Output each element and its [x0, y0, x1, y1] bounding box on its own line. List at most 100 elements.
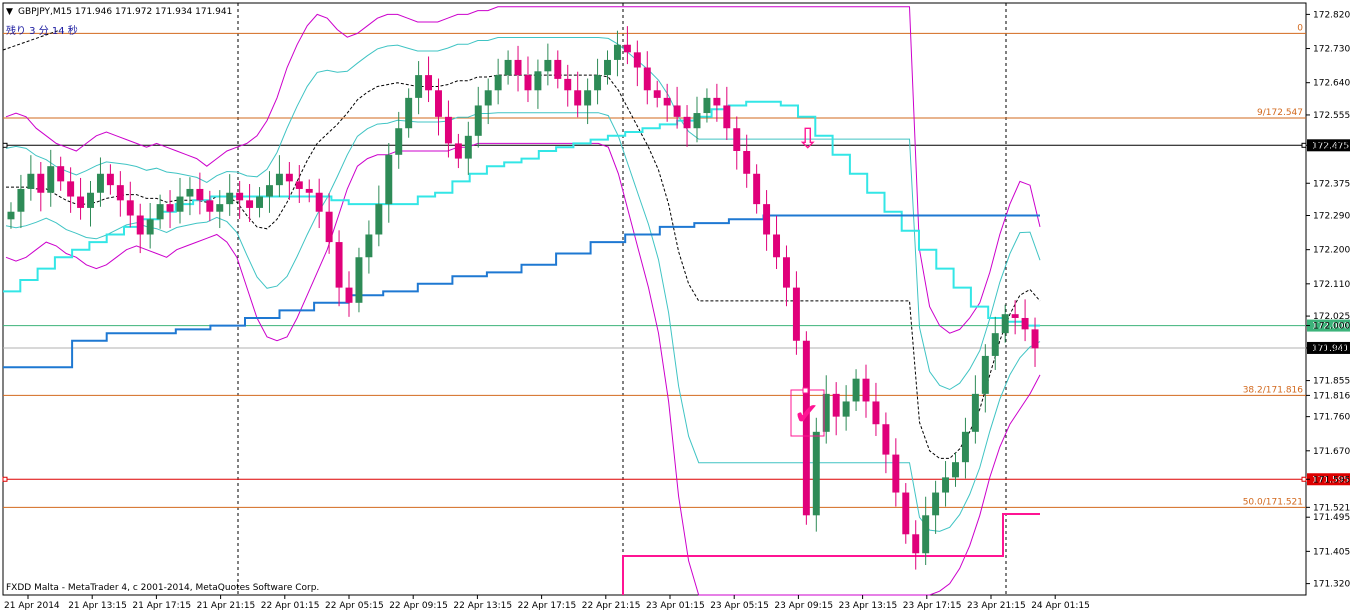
price-tick-label: 171.595 — [1313, 475, 1350, 485]
candle-bear — [295, 181, 303, 189]
candle-bear — [643, 67, 651, 91]
candle-bear — [37, 173, 45, 193]
candle-bull — [812, 431, 820, 516]
candle-bull — [613, 44, 621, 60]
candle-bear — [1031, 329, 1039, 349]
candle-bear — [564, 78, 572, 91]
candle-bear — [673, 105, 681, 117]
candle-bull — [47, 166, 55, 193]
header-dropdown-icon[interactable]: ▼ — [6, 7, 13, 17]
candle-bear — [425, 75, 433, 91]
time-tick-label: 23 Apr 17:15 — [903, 601, 962, 611]
candle-bull — [355, 257, 363, 303]
candle-bear — [106, 173, 114, 186]
candle-bull — [494, 75, 502, 91]
time-tick-label: 23 Apr 05:15 — [710, 601, 769, 611]
candle-bull — [544, 59, 552, 72]
price-tick-label: 172.025 — [1313, 312, 1350, 322]
price-tick-label: 171.670 — [1313, 447, 1350, 457]
time-tick-label: 22 Apr 09:15 — [389, 601, 448, 611]
candle-bull — [942, 477, 950, 493]
candle-bear — [126, 200, 134, 216]
candle-bull — [464, 135, 472, 159]
candle-bull — [1001, 314, 1009, 334]
candle-bull — [385, 154, 393, 205]
candle-bear — [713, 97, 721, 106]
price-tick-label: 172.000 — [1313, 322, 1350, 332]
candle-bull — [226, 192, 234, 205]
candle-bear — [166, 204, 174, 212]
price-tick-label: 172.475 — [1313, 141, 1350, 151]
black-level-handle — [2, 142, 8, 148]
time-tick-label: 22 Apr 05:15 — [325, 601, 384, 611]
candle-bear — [723, 105, 731, 129]
candle-bear — [57, 166, 65, 182]
candle-bear — [633, 52, 641, 68]
fib-50-label: 50.0/171.521 — [1243, 497, 1303, 507]
price-chart[interactable]: 0 9/172.547 172.475 172.000 171.941 38.2/171.… — [0, 0, 1350, 613]
candle-bear — [773, 234, 781, 258]
support-level-handle — [1301, 476, 1307, 482]
mt4-chart-window: 0 9/172.547 172.475 172.000 171.941 38.2/171.… — [0, 0, 1350, 613]
price-tick-label: 172.555 — [1313, 111, 1350, 121]
candle-bear — [832, 393, 840, 417]
price-tick-label: 172.290 — [1313, 212, 1350, 222]
candle-bull — [405, 97, 413, 129]
candle-bull — [703, 97, 711, 114]
time-tick-label: 22 Apr 01:15 — [261, 601, 320, 611]
candle-bull — [156, 204, 164, 220]
candle-bull — [474, 105, 482, 136]
candle-bull — [275, 173, 283, 186]
price-tick-label: 171.760 — [1313, 413, 1350, 423]
candle-bull — [395, 128, 403, 155]
time-tick-label: 23 Apr 13:15 — [839, 601, 898, 611]
candle-bull — [87, 192, 94, 208]
candle-bear — [67, 181, 75, 197]
check-mark-handle — [802, 387, 809, 394]
price-tick-label: 171.495 — [1313, 513, 1350, 523]
candle-bull — [842, 401, 850, 417]
candle-bear — [554, 59, 562, 79]
candle-bull — [375, 204, 383, 235]
candle-bear — [1021, 317, 1029, 330]
price-scale: 172.820 172.730 172.640 172.555 172.475 172.3… — [1306, 10, 1350, 590]
candle-bear — [882, 424, 890, 455]
down-arrow-icon: ⇩ — [796, 122, 819, 155]
candle-bear — [1011, 314, 1019, 318]
candle-bull — [146, 219, 154, 235]
candle-bear — [335, 242, 343, 288]
candle-bear — [872, 401, 880, 425]
candle-bear — [246, 200, 254, 208]
candle-bear — [683, 116, 691, 129]
candle-bear — [325, 211, 333, 243]
candle-bull — [981, 355, 989, 394]
candle-bear — [733, 128, 741, 151]
candle-bear — [236, 192, 244, 201]
time-tick-label: 21 Apr 13:15 — [68, 601, 127, 611]
time-tick-label: 23 Apr 09:15 — [774, 601, 833, 611]
candle-bear — [743, 151, 751, 174]
candle-bear — [862, 378, 870, 402]
candle-bull — [17, 188, 25, 212]
price-tick-label: 172.200 — [1313, 246, 1350, 256]
candle-bear — [574, 90, 582, 106]
candle-bear — [454, 143, 462, 159]
price-tick-label: 172.820 — [1313, 10, 1350, 20]
fib-23.6-label: 9/172.547 — [1257, 108, 1303, 118]
price-tick-label: 172.730 — [1313, 45, 1350, 55]
price-tick-label: 171.816 — [1313, 391, 1350, 401]
candle-bear — [285, 173, 293, 182]
candle-bull — [27, 173, 35, 189]
candle-bull — [961, 431, 969, 463]
price-tick-label: 172.375 — [1313, 179, 1350, 189]
candle-bear — [305, 188, 313, 193]
candle-bull — [176, 196, 184, 212]
candle-bear — [196, 188, 204, 201]
candle-bear — [912, 534, 920, 554]
support-level-handle — [2, 476, 8, 482]
price-tick-label: 171.855 — [1313, 377, 1350, 387]
candle-bear — [435, 90, 442, 117]
time-scale: 21 Apr 2014 21 Apr 13:15 21 Apr 17:15 21 Ap… — [4, 595, 1090, 611]
fib-38.2-label: 38.2/171.816 — [1243, 385, 1304, 395]
candle-bear — [77, 196, 85, 208]
